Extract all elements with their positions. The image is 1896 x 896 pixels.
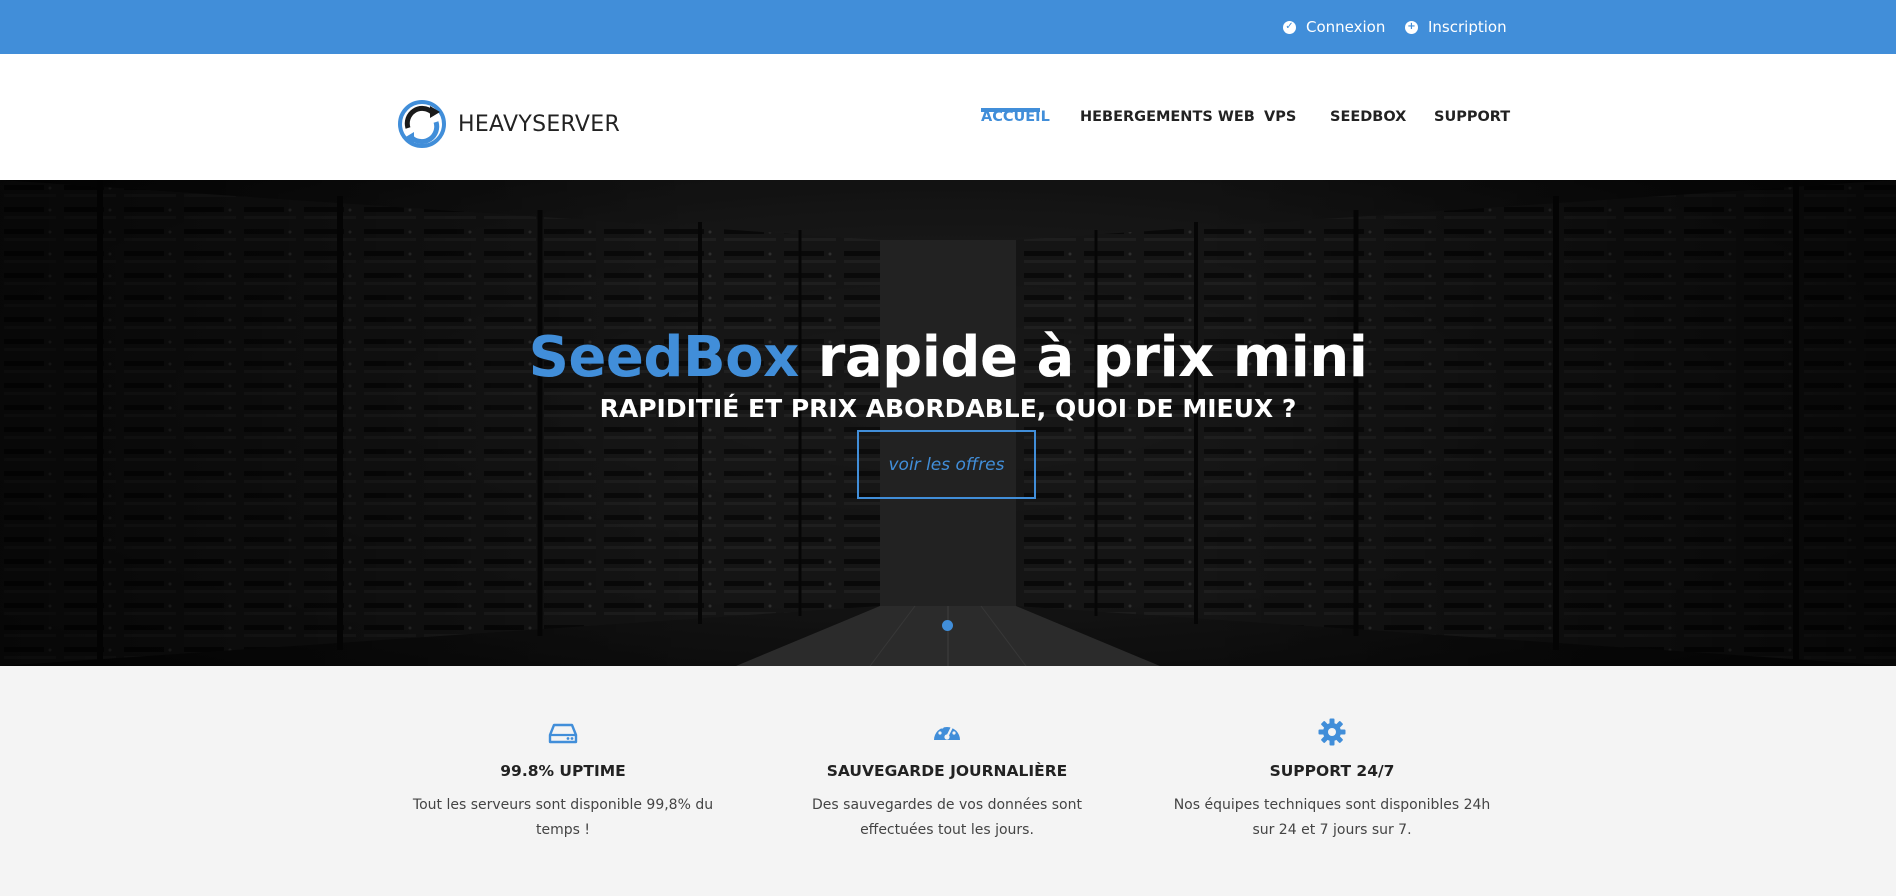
inscription-label: Inscription — [1428, 18, 1507, 36]
logo-text: HEAVYSERVER — [458, 111, 621, 137]
feature-title: 99.8% UPTIME — [500, 762, 626, 780]
site-header: HEAVYSERVER ACCUEIL HEBERGEMENTS WEB VPS… — [0, 54, 1896, 180]
voir-les-offres-button[interactable]: voir les offres — [857, 430, 1036, 499]
feature-text: Tout les serveurs sont disponible 99,8% … — [412, 797, 714, 838]
feature-text: Des sauvegardes de vos données sont effe… — [812, 797, 1082, 838]
speedometer-icon — [934, 722, 960, 740]
top-bar: ✓ Connexion + Inscription — [0, 0, 1896, 54]
hero-title-rest: rapide à prix mini — [798, 325, 1368, 390]
check-circle-icon: ✓ — [1283, 20, 1296, 34]
connexion-label: Connexion — [1306, 18, 1386, 36]
feature-text: Nos équipes techniques sont disponibles … — [1173, 797, 1491, 838]
nav-item-accueil[interactable]: ACCUEIL — [981, 54, 1050, 180]
nav-item-vps[interactable]: VPS — [1264, 54, 1296, 180]
plus-circle-icon: + — [1405, 20, 1418, 34]
hero-title: SeedBox rapide à prix mini — [0, 325, 1896, 390]
nav-item-hebergements-web[interactable]: HEBERGEMENTS WEB — [1080, 54, 1255, 180]
gear-icon — [1318, 718, 1346, 746]
site-logo[interactable]: HEAVYSERVER — [396, 98, 620, 150]
hero-title-accent: SeedBox — [528, 325, 800, 390]
hero-slider: SeedBox rapide à prix mini RAPIDITIÉ ET … — [0, 180, 1896, 666]
features-section: 99.8% UPTIME Tout les serveurs sont disp… — [0, 666, 1896, 896]
nav-item-seedbox[interactable]: SEEDBOX — [1330, 54, 1406, 180]
inscription-link[interactable]: + Inscription — [1405, 0, 1507, 54]
feature-title: SAUVEGARDE JOURNALIÈRE — [826, 762, 1068, 780]
connexion-link[interactable]: ✓ Connexion — [1283, 0, 1385, 54]
slider-dot[interactable] — [942, 620, 953, 631]
nav-item-support[interactable]: SUPPORT — [1434, 54, 1510, 180]
hero-subtitle: RAPIDITIÉ ET PRIX ABORDABLE, QUOI DE MIE… — [599, 394, 1297, 423]
feature-title: SUPPORT 24/7 — [1269, 762, 1395, 780]
hard-drive-icon — [548, 723, 578, 744]
server-room-background — [0, 180, 1896, 666]
logo-icon — [398, 100, 446, 148]
